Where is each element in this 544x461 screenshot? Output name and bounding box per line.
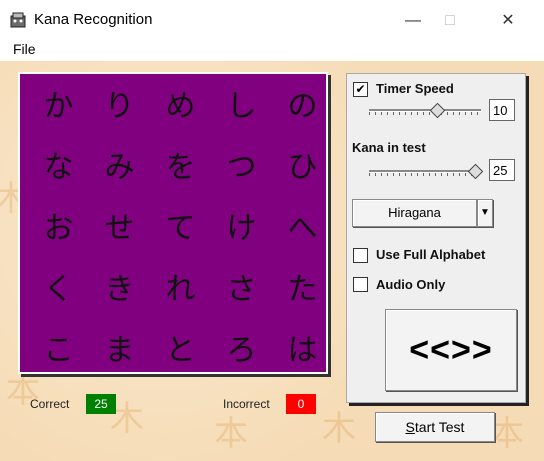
kana-cell: へ [287, 211, 318, 246]
use-full-alphabet-checkbox[interactable] [353, 248, 368, 263]
kana-cell: お [43, 211, 74, 246]
kana-cell: り [104, 89, 135, 124]
start-test-mnemonic: S [405, 419, 415, 435]
kana-in-test-slider[interactable] [369, 163, 484, 180]
timer-speed-value[interactable]: 10 [489, 99, 515, 121]
kana-grid-panel: かりめしのなみをつひおせてけへくきれさたこまとろは [18, 72, 328, 374]
kana-cell: て [165, 211, 196, 246]
kana-cell: ろ [226, 333, 257, 368]
kana-cell: つ [226, 150, 257, 185]
play-audio-button[interactable]: <<>> [385, 309, 517, 391]
incorrect-count: 0 [286, 394, 316, 414]
kana-cell: き [104, 272, 135, 307]
app-icon [10, 12, 26, 28]
kana-in-test-value[interactable]: 25 [489, 159, 515, 181]
kana-cell: さ [226, 272, 257, 307]
kana-cell: く [43, 272, 74, 307]
use-full-alphabet-label: Use Full Alphabet [376, 247, 486, 262]
kana-cell: は [287, 333, 318, 368]
settings-panel: ✔ Timer Speed 10 Kana in test 25 Hiragan… [346, 73, 526, 403]
kana-cell: ひ [287, 150, 318, 185]
audio-only-label: Audio Only [376, 277, 446, 292]
kana-cell: か [43, 89, 74, 124]
timer-speed-label: Timer Speed [376, 81, 454, 96]
kana-cell: な [43, 150, 74, 185]
minimize-button[interactable]: — [393, 8, 433, 34]
kana-cell: を [165, 150, 196, 185]
kana-cell: し [226, 89, 257, 124]
audio-only-checkbox[interactable] [353, 277, 368, 292]
kana-in-test-label: Kana in test [352, 140, 426, 155]
kana-cell: け [226, 211, 257, 246]
timer-speed-checkbox[interactable]: ✔ [353, 82, 368, 97]
background-pattern: 木 [322, 409, 356, 449]
background-pattern: 本 [214, 414, 248, 454]
incorrect-label: Incorrect [223, 397, 270, 411]
background-pattern: 本 [490, 414, 524, 454]
alphabet-select[interactable]: Hiragana [352, 199, 477, 227]
kana-grid: かりめしのなみをつひおせてけへくきれさたこまとろは [28, 80, 333, 385]
slider-thumb[interactable] [467, 163, 484, 180]
timer-speed-slider[interactable] [369, 102, 481, 119]
kana-cell: ま [104, 333, 135, 368]
kana-cell: の [287, 89, 318, 124]
menu-bar: File [0, 40, 544, 61]
kana-cell: せ [104, 211, 135, 246]
correct-label: Correct [30, 397, 70, 411]
kana-cell: め [165, 89, 196, 124]
kana-cell: こ [43, 333, 74, 368]
window-title: Kana Recognition [34, 11, 153, 28]
close-button[interactable]: ✕ [488, 8, 528, 34]
menu-file[interactable]: File [13, 41, 36, 57]
title-bar: Kana Recognition — □ ✕ [0, 0, 544, 40]
start-test-label: tart Test [414, 419, 465, 435]
maximize-button[interactable]: □ [430, 8, 470, 34]
kana-cell: み [104, 150, 135, 185]
slider-thumb[interactable] [429, 102, 445, 119]
kana-cell: と [165, 333, 196, 368]
start-test-button[interactable]: Start Test [375, 412, 495, 442]
chevron-down-icon[interactable]: ▼ [477, 199, 493, 227]
correct-count: 25 [86, 394, 116, 414]
kana-cell: た [287, 272, 318, 307]
kana-cell: れ [165, 272, 196, 307]
